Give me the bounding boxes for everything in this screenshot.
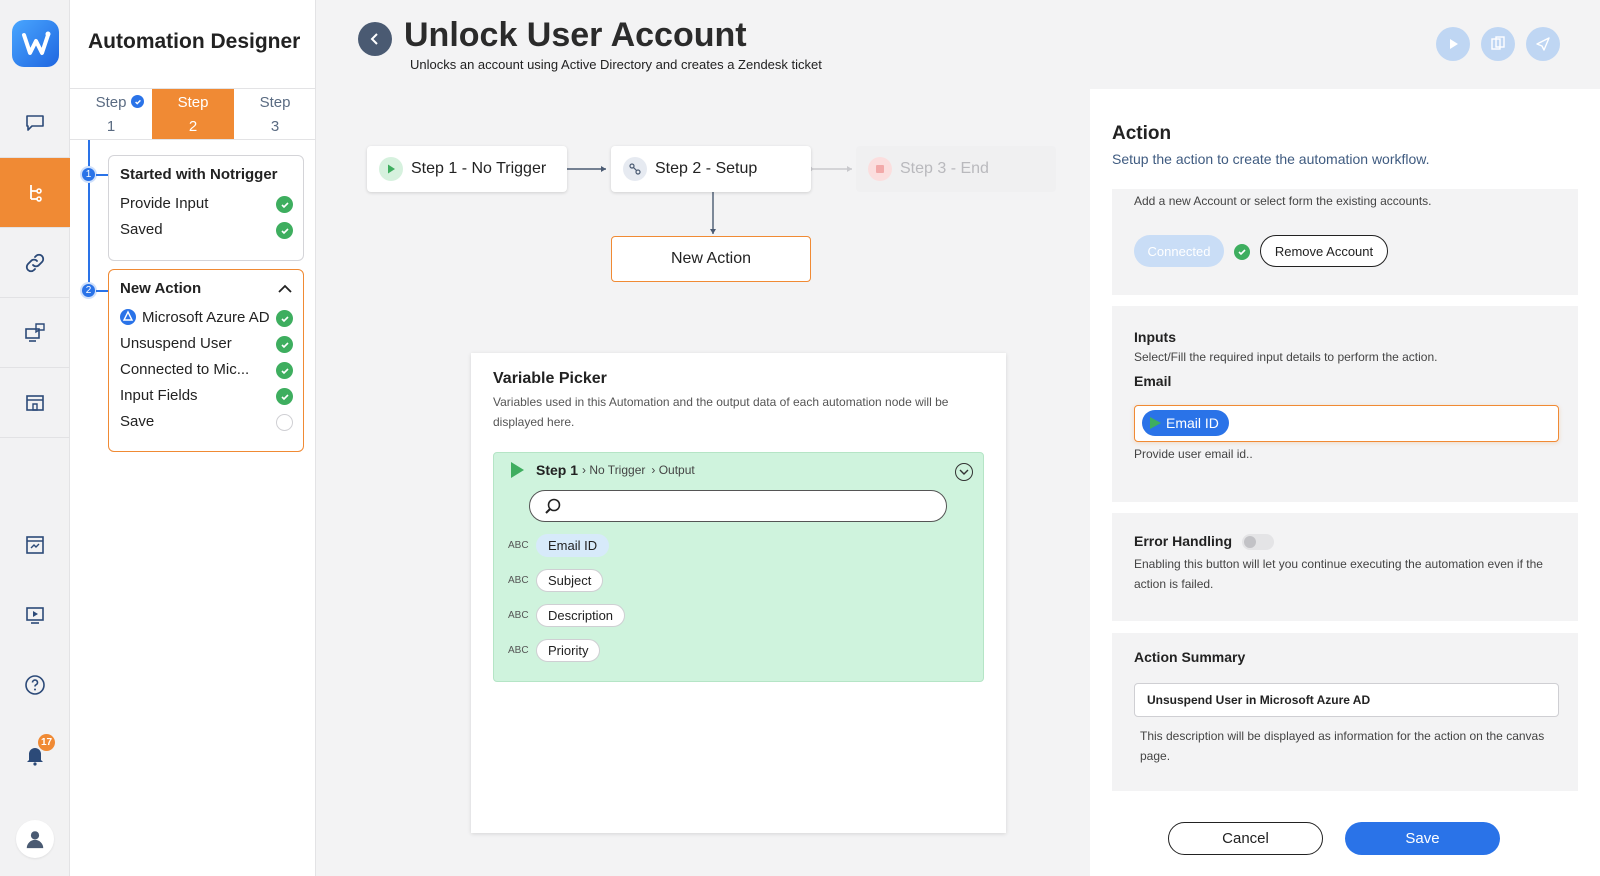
- run-button[interactable]: [1436, 27, 1470, 61]
- action-summary-hint: This description will be displayed as in…: [1140, 729, 1545, 763]
- rail-notifications[interactable]: 17: [0, 720, 70, 790]
- list-item: Connected to Mic...: [120, 356, 303, 382]
- inputs-section: Inputs Select/Fill the required input de…: [1112, 306, 1578, 502]
- copy-icon: [1491, 36, 1505, 50]
- search-icon: [545, 498, 561, 514]
- rail-reports[interactable]: [0, 510, 70, 580]
- success-check-icon: [276, 336, 293, 353]
- list-item: ABC Priority: [508, 639, 601, 662]
- help-icon: [25, 675, 45, 695]
- account-section: Add a new Account or select form the exi…: [1112, 189, 1578, 295]
- success-check-icon: [276, 310, 293, 327]
- remove-account-button[interactable]: Remove Account: [1260, 235, 1388, 267]
- email-variable-chip[interactable]: Email ID: [1142, 410, 1229, 436]
- store-icon: [26, 394, 44, 411]
- action-summary-title: Action Summary: [1134, 649, 1246, 665]
- error-handling-title: Error Handling: [1134, 533, 1233, 549]
- inputs-title: Inputs: [1134, 329, 1176, 345]
- list-item: Unsuspend User: [120, 330, 303, 356]
- email-field[interactable]: Email ID: [1134, 405, 1559, 442]
- play-icon: [379, 157, 403, 181]
- rail-store[interactable]: [0, 368, 70, 438]
- variable-chip[interactable]: Description: [536, 604, 626, 627]
- new-action-node[interactable]: New Action: [611, 236, 811, 282]
- save-button[interactable]: Save: [1345, 822, 1500, 855]
- variable-search-input[interactable]: [529, 490, 947, 522]
- variable-chip[interactable]: Subject: [536, 569, 604, 592]
- variable-picker-description: Variables used in this Automation and th…: [493, 395, 949, 429]
- error-handling-hint: Enabling this button will let you contin…: [1134, 557, 1543, 592]
- list-item: Save: [120, 408, 303, 434]
- desktop-chat-icon: [25, 322, 45, 342]
- action-panel-title: Action: [1112, 123, 1172, 144]
- step-output-group: Step 1 › No Trigger › Output ABC Email ID…: [493, 452, 984, 682]
- action-summary-input[interactable]: Unsuspend User in Microsoft Azure AD: [1134, 683, 1559, 717]
- list-item: ABC Description: [508, 604, 626, 627]
- flow-step-2[interactable]: Step 2 - Setup: [611, 146, 811, 192]
- send-icon: [1536, 37, 1550, 51]
- variable-picker-title: Variable Picker: [493, 370, 607, 387]
- video-icon: [26, 607, 44, 624]
- play-icon: [1450, 39, 1458, 49]
- pending-circle-icon: [276, 414, 293, 431]
- duplicate-button[interactable]: [1481, 27, 1515, 61]
- variable-chip[interactable]: Email ID: [536, 534, 610, 557]
- play-icon: [511, 462, 524, 478]
- success-check-icon: [276, 388, 293, 405]
- action-panel: Action Setup the action to create the au…: [1090, 89, 1600, 876]
- list-item: Microsoft Azure AD: [120, 304, 303, 330]
- error-handling-toggle[interactable]: [1242, 534, 1275, 551]
- collapse-chevron-icon[interactable]: [955, 463, 973, 481]
- user-icon: [26, 831, 44, 849]
- rail-videos[interactable]: [0, 580, 70, 650]
- list-item: ABC Email ID: [508, 534, 610, 557]
- connected-button[interactable]: Connected: [1134, 235, 1224, 267]
- publish-button[interactable]: [1526, 27, 1560, 61]
- flow-step-1[interactable]: Step 1 - No Trigger: [367, 146, 567, 192]
- action-summary-section: Action Summary Unsuspend User in Microso…: [1112, 633, 1578, 791]
- error-handling-section: Error Handling Enabling this button will…: [1112, 513, 1578, 621]
- account-hint: Add a new Account or select form the exi…: [1134, 194, 1432, 208]
- user-avatar[interactable]: [16, 820, 54, 858]
- cancel-button[interactable]: Cancel: [1168, 822, 1323, 855]
- step-output-header: Step 1 › No Trigger › Output: [508, 461, 701, 479]
- success-check-icon: [276, 362, 293, 379]
- variable-chip[interactable]: Priority: [536, 639, 601, 662]
- email-label: Email: [1134, 373, 1172, 389]
- action-panel-subtitle: Setup the action to create the automatio…: [1112, 151, 1430, 167]
- inputs-hint: Select/Fill the required input details t…: [1134, 350, 1438, 364]
- email-help: Provide user email id..: [1134, 447, 1253, 461]
- list-item: ABC Subject: [508, 569, 604, 592]
- flow-step-3[interactable]: Step 3 - End: [856, 146, 1056, 192]
- success-check-icon: [1234, 244, 1250, 260]
- rail-monitor[interactable]: [0, 298, 70, 368]
- variable-picker: Variable Picker Variables used in this A…: [471, 353, 1006, 833]
- stop-icon: [868, 157, 892, 181]
- setup-nodes-icon: [623, 157, 647, 181]
- play-icon: [1150, 417, 1161, 429]
- azure-ad-icon: [120, 309, 136, 325]
- list-item: Input Fields: [120, 382, 303, 408]
- notification-badge: 17: [38, 734, 55, 751]
- rail-help[interactable]: [0, 650, 70, 720]
- report-icon: [26, 536, 44, 554]
